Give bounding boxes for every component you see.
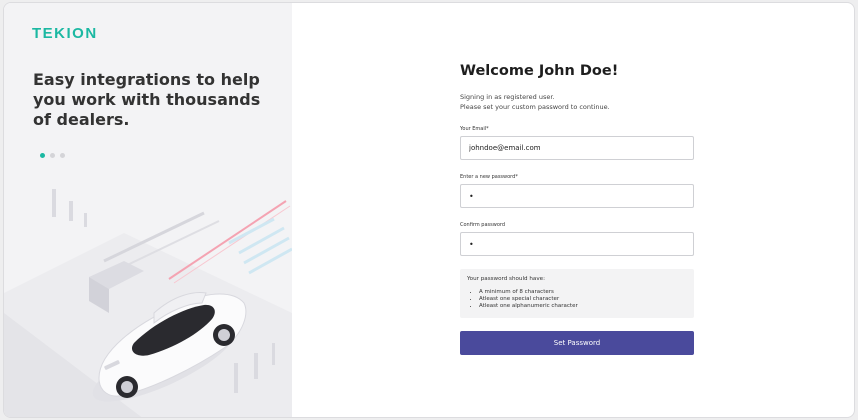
new-password-field[interactable]	[460, 184, 694, 208]
requirement-item: Atleast one special character	[479, 296, 686, 303]
welcome-title: Welcome John Doe!	[460, 63, 619, 79]
confirm-password-field[interactable]	[460, 232, 694, 256]
carousel-dot-1[interactable]	[40, 153, 45, 158]
set-password-button[interactable]: Set Password	[460, 331, 694, 355]
carousel-dot-2[interactable]	[50, 153, 55, 158]
requirements-title: Your password should have:	[467, 276, 545, 282]
confirm-password-label: Confirm password	[460, 222, 506, 228]
password-requirements: Your password should have: A minimum of …	[460, 269, 694, 318]
requirements-list: A minimum of 8 characters Atleast one sp…	[467, 289, 686, 310]
carousel-dot-3[interactable]	[60, 153, 65, 158]
set-password-form: Welcome John Doe! Signing in as register…	[460, 63, 694, 355]
email-label: Your Email*	[460, 126, 489, 132]
car-illustration-icon	[4, 189, 292, 417]
carousel-dots	[40, 153, 65, 158]
subtitle-line-2: Please set your custom password to conti…	[460, 103, 610, 111]
requirement-item: Atleast one alphanumeric character	[479, 303, 686, 310]
promo-panel: TEKION Easy integrations to help you wor…	[4, 3, 292, 417]
tekion-logo: TEKION	[32, 25, 98, 42]
new-password-label: Enter a new password*	[460, 174, 518, 180]
promo-tagline: Easy integrations to help you work with …	[33, 70, 261, 129]
subtitle-line-1: Signing in as registered user.	[460, 93, 555, 101]
form-subtitle: Signing in as registered user. Please se…	[460, 92, 694, 112]
email-field[interactable]	[460, 136, 694, 160]
requirement-item: A minimum of 8 characters	[479, 289, 686, 296]
login-window: TEKION Easy integrations to help you wor…	[3, 2, 855, 418]
